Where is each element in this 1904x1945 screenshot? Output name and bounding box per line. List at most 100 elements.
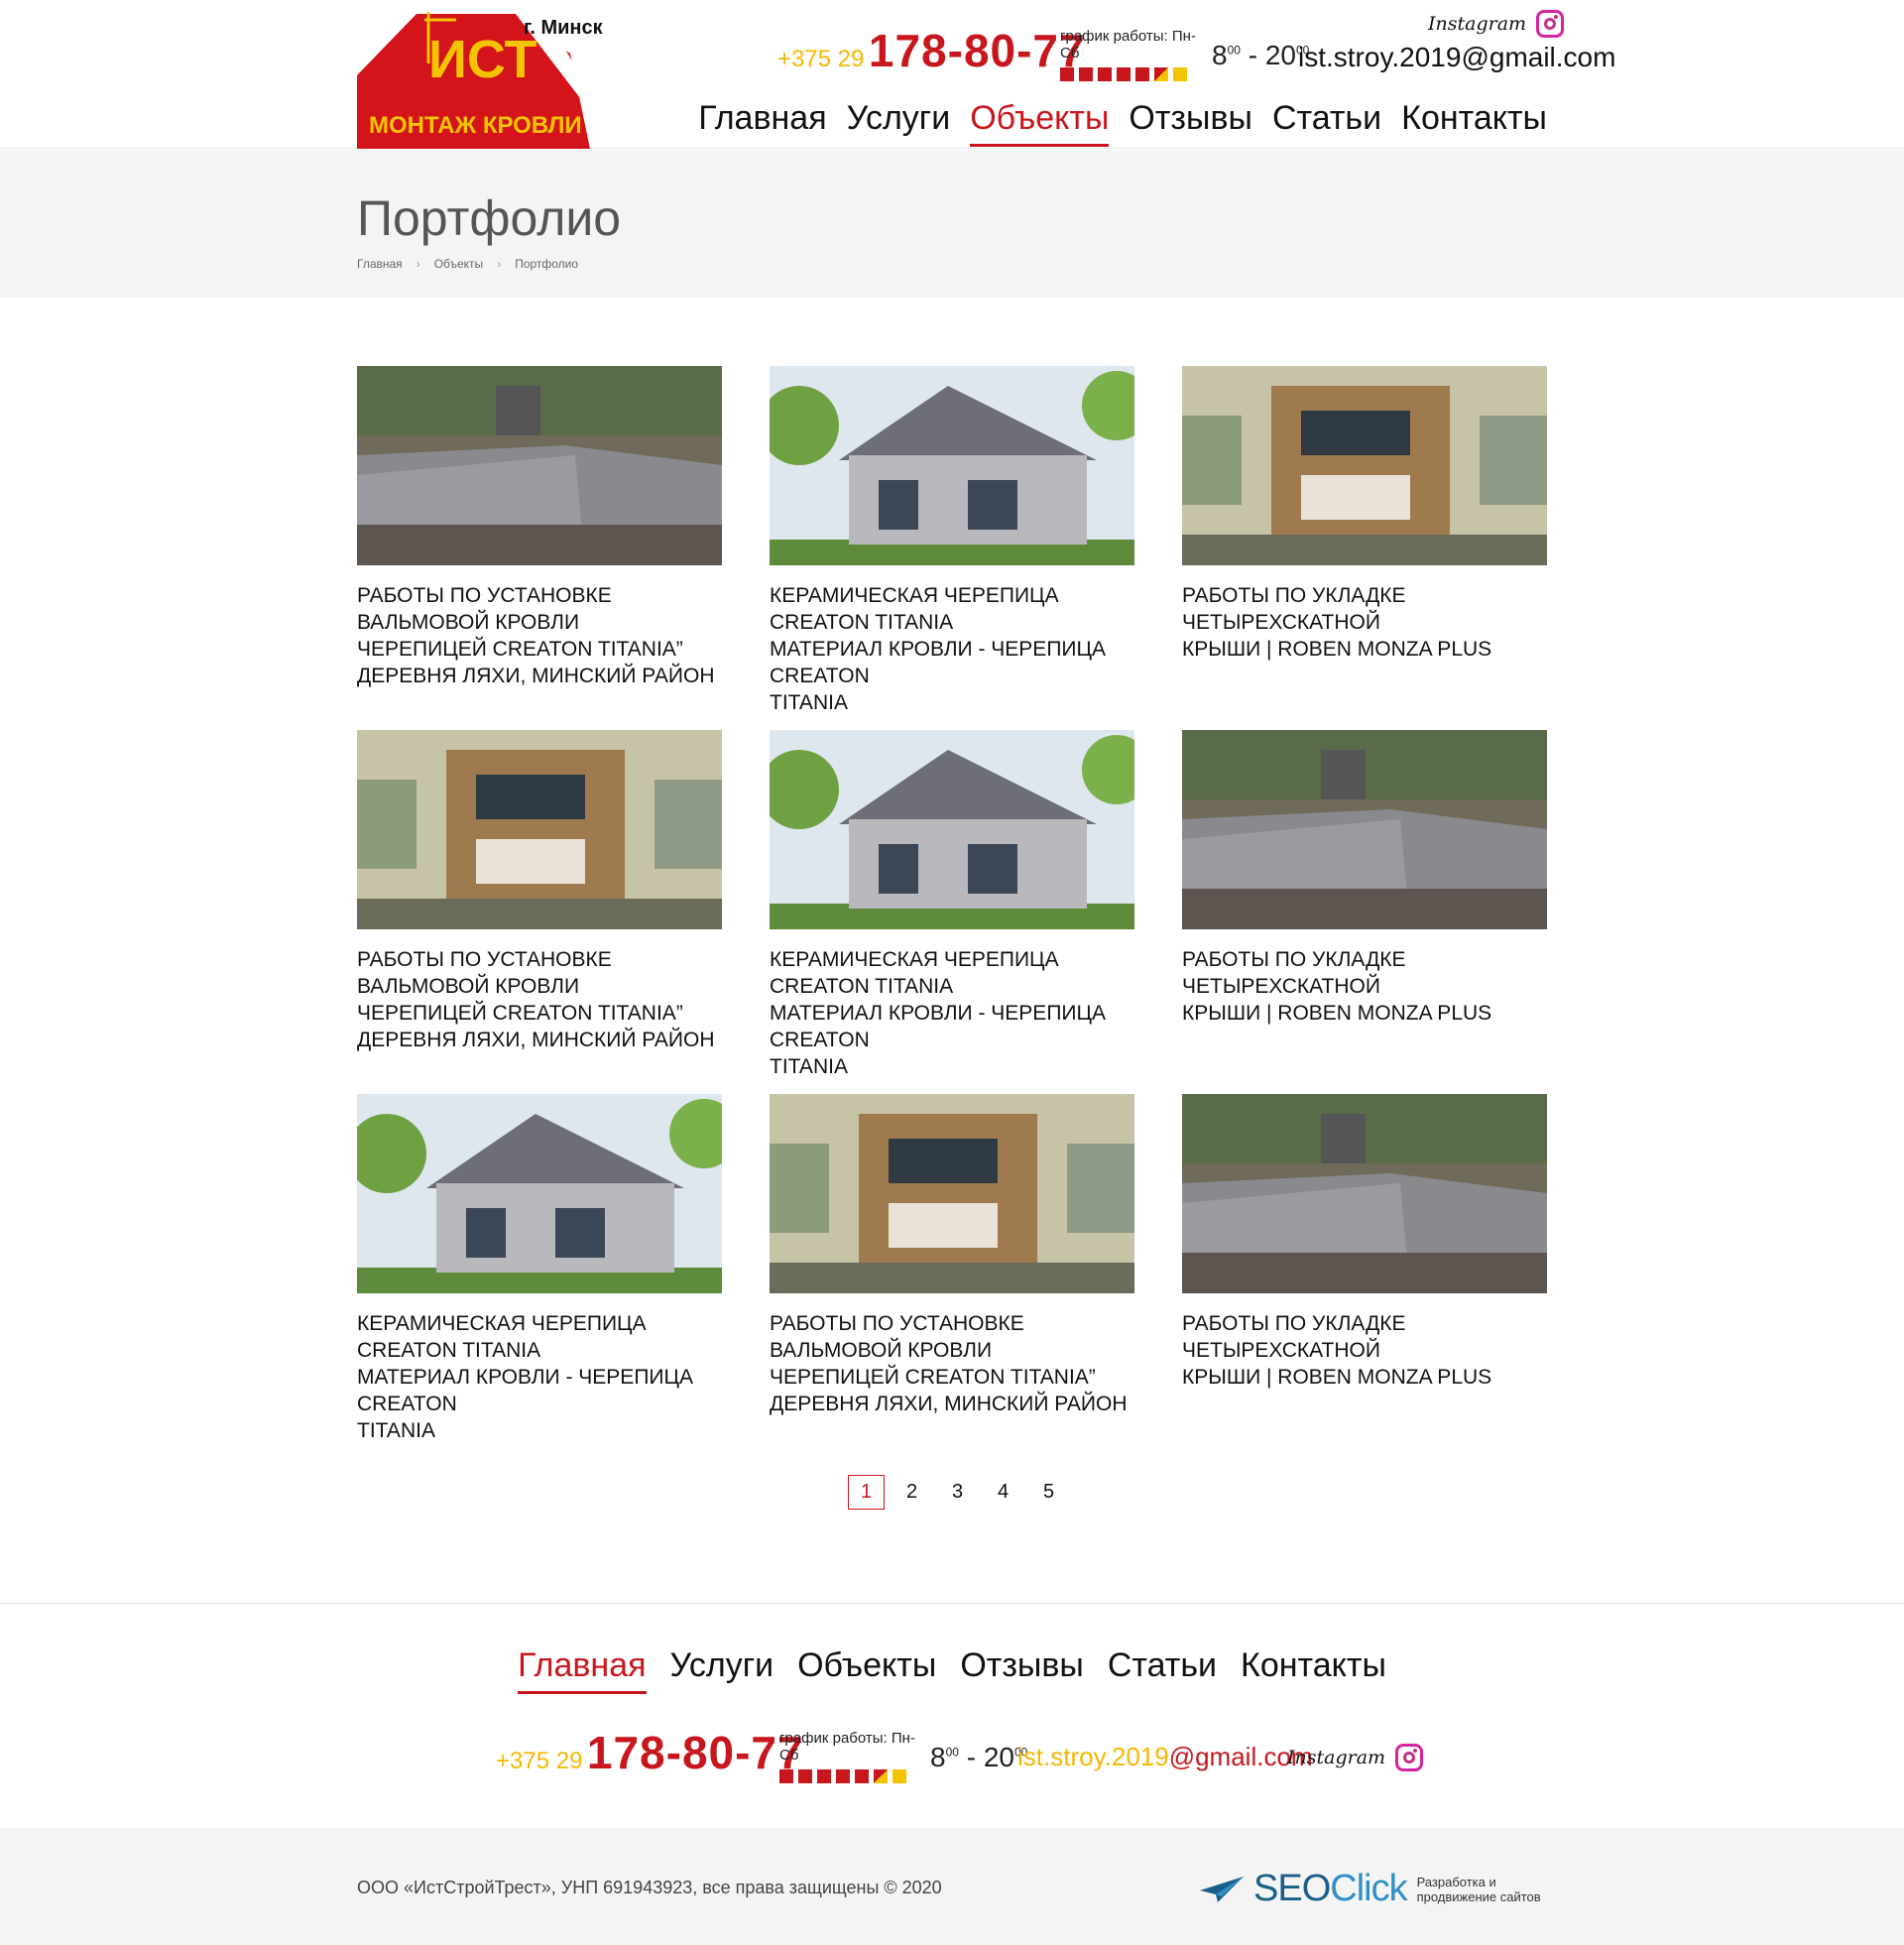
developer-brand: SEOClick	[1253, 1868, 1408, 1909]
card-title-line: ДЕРЕВНЯ ЛЯХИ, МИНСКИЙ РАЙОН	[357, 1029, 715, 1051]
page-1[interactable]: 1	[848, 1475, 885, 1510]
footer-hours: 800 - 2000	[930, 1742, 1028, 1772]
portfolio-card[interactable]: КЕРАМИЧЕСКАЯ ЧЕРЕПИЦА CREATON TITANIA МАТ…	[357, 1094, 722, 1444]
nav-reviews[interactable]: Отзывы	[1129, 99, 1252, 147]
card-title-line: РАБОТЫ ПО УСТАНОВКЕ ВАЛЬМОВОЙ КРОВЛИ	[770, 1312, 1024, 1362]
header-email[interactable]: ist.stroy.2019@gmail.com	[1298, 42, 1615, 73]
main-nav: Главная Услуги Объекты Отзывы Статьи Кон…	[698, 99, 1547, 147]
card-title-line: КРЫШИ | ROBEN MONZA PLUS	[1182, 1366, 1492, 1389]
page-2[interactable]: 2	[893, 1475, 930, 1510]
nav-objects[interactable]: Объекты	[970, 99, 1110, 147]
card-title-line: РАБОТЫ ПО УКЛАДКЕ ЧЕТЫРЕХСКАТНОЙ	[1182, 584, 1406, 634]
developer-description: Разработка и продвижение сайтов	[1416, 1874, 1541, 1904]
developer-link[interactable]: SEOClick Разработка и продвижение сайтов	[1200, 1868, 1566, 1910]
day-block	[1060, 67, 1074, 81]
project-title[interactable]: КЕРАМИЧЕСКАЯ ЧЕРЕПИЦА CREATON TITANIA МАТ…	[770, 946, 1134, 1080]
project-title[interactable]: КЕРАМИЧЕСКАЯ ЧЕРЕПИЦА CREATON TITANIA МАТ…	[770, 582, 1134, 716]
project-image[interactable]	[770, 1094, 1134, 1293]
footer-nav-home[interactable]: Главная	[518, 1646, 647, 1694]
project-image[interactable]	[357, 1094, 722, 1293]
card-title-line: РАБОТЫ ПО УКЛАДКЕ ЧЕТЫРЕХСКАТНОЙ	[1182, 948, 1406, 998]
copyright: ООО «ИстСтройТрест», УНП 691943923, все …	[357, 1878, 942, 1897]
svg-text:г. Минск: г. Минск	[524, 17, 604, 39]
footer-nav-objects[interactable]: Объекты	[797, 1646, 936, 1694]
footer-contacts: +375 29 178-80-77 график работы: Пн-Сб 8…	[496, 1726, 1424, 1785]
footer-instagram-link[interactable]: Instagram	[1287, 1744, 1424, 1771]
project-title[interactable]: КЕРАМИЧЕСКАЯ ЧЕРЕПИЦА CREATON TITANIA МАТ…	[357, 1310, 722, 1444]
card-title-line: МАТЕРИАЛ КРОВЛИ - ЧЕРЕПИЦА CREATON	[770, 638, 1107, 687]
phone-number: 178-80-77	[868, 25, 1086, 76]
card-title-line: МАТЕРИАЛ КРОВЛИ - ЧЕРЕПИЦА CREATON	[357, 1366, 694, 1415]
card-title-line: КРЫШИ | ROBEN MONZA PLUS	[1182, 1002, 1492, 1025]
project-title[interactable]: РАБОТЫ ПО УСТАНОВКЕ ВАЛЬМОВОЙ КРОВЛИ ЧЕРЕ…	[357, 946, 722, 1053]
portfolio-card[interactable]: РАБОТЫ ПО УКЛАДКЕ ЧЕТЫРЕХСКАТНОЙ КРЫШИ | …	[1182, 730, 1547, 1027]
project-title[interactable]: РАБОТЫ ПО УКЛАДКЕ ЧЕТЫРЕХСКАТНОЙ КРЫШИ | …	[1182, 582, 1547, 663]
card-title-line: КЕРАМИЧЕСКАЯ ЧЕРЕПИЦА CREATON TITANIA	[770, 948, 1059, 998]
card-title-line: ЧЕРЕПИЦЕЙ CREATON TITANIA”	[357, 1002, 683, 1025]
work-hours: 800 - 2000	[1212, 40, 1310, 70]
card-title-line: КЕРАМИЧЕСКАЯ ЧЕРЕПИЦА CREATON TITANIA	[357, 1312, 647, 1362]
project-image[interactable]	[1182, 730, 1547, 929]
card-title-line: TITANIA	[357, 1419, 435, 1442]
breadcrumb-objects[interactable]: Объекты	[434, 257, 484, 271]
page-5[interactable]: 5	[1030, 1475, 1067, 1510]
page-3[interactable]: 3	[939, 1475, 976, 1510]
paper-plane-icon	[1200, 1876, 1244, 1902]
project-image[interactable]	[770, 730, 1134, 929]
portfolio-card[interactable]: КЕРАМИЧЕСКАЯ ЧЕРЕПИЦА CREATON TITANIA МАТ…	[770, 730, 1134, 1080]
project-image[interactable]	[1182, 1094, 1547, 1293]
project-image[interactable]	[770, 366, 1134, 565]
portfolio-card[interactable]: РАБОТЫ ПО УСТАНОВКЕ ВАЛЬМОВОЙ КРОВЛИ ЧЕРЕ…	[357, 730, 722, 1053]
project-image[interactable]	[357, 366, 722, 565]
footer-schedule: график работы: Пн-Сб	[779, 1730, 926, 1783]
project-title[interactable]: РАБОТЫ ПО УСТАНОВКЕ ВАЛЬМОВОЙ КРОВЛИ ЧЕРЕ…	[357, 582, 722, 689]
card-title-line: ЧЕРЕПИЦЕЙ CREATON TITANIA”	[357, 638, 683, 661]
instagram-link[interactable]: Instagram	[1428, 10, 1565, 38]
svg-text:ИСТ: ИСТ	[428, 30, 536, 89]
portfolio-card[interactable]: РАБОТЫ ПО УКЛАДКЕ ЧЕТЫРЕХСКАТНОЙ КРЫШИ | …	[1182, 1094, 1547, 1391]
card-title-line: ЧЕРЕПИЦЕЙ CREATON TITANIA”	[770, 1366, 1096, 1389]
chevron-right-icon: ›	[497, 257, 502, 271]
footer-divider	[0, 1603, 1904, 1604]
header-phone[interactable]: +375 29 178-80-77	[777, 24, 1086, 83]
nav-articles[interactable]: Статьи	[1272, 99, 1381, 147]
instagram-icon	[1395, 1744, 1424, 1771]
project-image[interactable]	[1182, 366, 1547, 565]
footer-nav: Главная Услуги Объекты Отзывы Статьи Кон…	[518, 1646, 1386, 1694]
nav-home[interactable]: Главная	[698, 99, 826, 147]
svg-text:МОНТАЖ КРОВЛИ: МОНТАЖ КРОВЛИ	[369, 112, 582, 139]
page-4[interactable]: 4	[985, 1475, 1021, 1510]
day-block	[1098, 67, 1112, 81]
footer-phone[interactable]: +375 29 178-80-77	[496, 1726, 804, 1779]
day-block-half	[1154, 67, 1168, 81]
footer-nav-reviews[interactable]: Отзывы	[960, 1646, 1084, 1694]
footer-nav-articles[interactable]: Статьи	[1108, 1646, 1217, 1694]
logo[interactable]: ИСТ МОНТАЖ КРОВЛИ г. Минск	[357, 4, 605, 149]
day-block	[1117, 67, 1130, 81]
breadcrumb-home[interactable]: Главная	[357, 257, 403, 271]
project-image[interactable]	[357, 730, 722, 929]
nav-contacts[interactable]: Контакты	[1401, 99, 1547, 147]
portfolio-card[interactable]: РАБОТЫ ПО УСТАНОВКЕ ВАЛЬМОВОЙ КРОВЛИ ЧЕРЕ…	[770, 1094, 1134, 1417]
footer-bottom-bar: ООО «ИстСтройТрест», УНП 691943923, все …	[0, 1828, 1904, 1945]
footer-email[interactable]: ist.stroy.2019@gmail.com	[1017, 1742, 1313, 1772]
project-title[interactable]: РАБОТЫ ПО УСТАНОВКЕ ВАЛЬМОВОЙ КРОВЛИ ЧЕРЕ…	[770, 1310, 1134, 1417]
nav-services[interactable]: Услуги	[847, 99, 951, 147]
card-title-line: ДЕРЕВНЯ ЛЯХИ, МИНСКИЙ РАЙОН	[357, 665, 715, 687]
schedule-label: график работы: Пн-Сб	[1060, 28, 1196, 61]
portfolio-card[interactable]: КЕРАМИЧЕСКАЯ ЧЕРЕПИЦА CREATON TITANIA МАТ…	[770, 366, 1134, 716]
portfolio-card[interactable]: РАБОТЫ ПО УКЛАДКЕ ЧЕТЫРЕХСКАТНОЙ КРЫШИ | …	[1182, 366, 1547, 663]
card-title-line: TITANIA	[770, 1055, 848, 1078]
card-title-line: РАБОТЫ ПО УСТАНОВКЕ ВАЛЬМОВОЙ КРОВЛИ	[357, 948, 612, 998]
card-title-line: МАТЕРИАЛ КРОВЛИ - ЧЕРЕПИЦА CREATON	[770, 1002, 1107, 1051]
card-title-line: КЕРАМИЧЕСКАЯ ЧЕРЕПИЦА CREATON TITANIA	[770, 584, 1059, 634]
portfolio-card[interactable]: РАБОТЫ ПО УСТАНОВКЕ ВАЛЬМОВОЙ КРОВЛИ ЧЕРЕ…	[357, 366, 722, 689]
instagram-label: Instagram	[1428, 13, 1527, 35]
breadcrumb-current: Портфолио	[515, 257, 579, 271]
chevron-right-icon: ›	[416, 257, 420, 271]
footer-nav-services[interactable]: Услуги	[670, 1646, 774, 1694]
project-title[interactable]: РАБОТЫ ПО УКЛАДКЕ ЧЕТЫРЕХСКАТНОЙ КРЫШИ | …	[1182, 1310, 1547, 1391]
instagram-icon	[1536, 10, 1565, 38]
footer-nav-contacts[interactable]: Контакты	[1241, 1646, 1386, 1694]
project-title[interactable]: РАБОТЫ ПО УКЛАДКЕ ЧЕТЫРЕХСКАТНОЙ КРЫШИ | …	[1182, 946, 1547, 1027]
